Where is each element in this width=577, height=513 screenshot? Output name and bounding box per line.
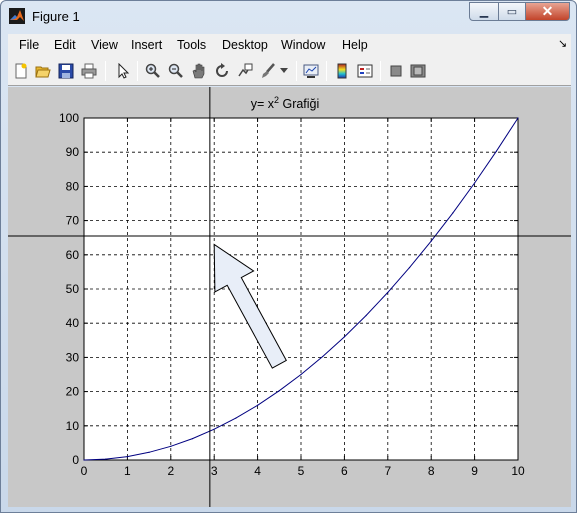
menu-tools[interactable]: Tools (177, 38, 206, 52)
hide-plot-tools-icon[interactable] (386, 61, 406, 81)
data-point (83, 459, 85, 461)
plot-svg: 0 1 2 3 4 5 6 7 8 9 100102030405060708090100 y= x2… (8, 87, 571, 507)
edit-plot-arrow-icon[interactable] (113, 61, 133, 81)
open-file-icon[interactable] (33, 61, 53, 81)
colorbar-icon[interactable] (332, 61, 352, 81)
toolbar-separator (380, 61, 381, 81)
figure-toolbar (8, 56, 571, 86)
maximize-icon: ▭ (506, 6, 518, 18)
x-tick-label: 4 (254, 464, 261, 478)
y-tick-label: 40 (66, 316, 80, 330)
data-point (322, 355, 324, 358)
data-point (343, 336, 345, 338)
data-point (235, 417, 237, 419)
y-tick-label: 60 (66, 248, 80, 262)
y-tick-label: 30 (66, 350, 80, 364)
menu-window[interactable]: Window (281, 38, 325, 52)
dock-arrow-icon[interactable]: ↘ (558, 37, 567, 50)
title-base: y= x (251, 97, 275, 111)
zoom-in-icon[interactable] (143, 61, 163, 81)
data-point (148, 451, 150, 453)
data-point (495, 150, 497, 152)
toolbar-separator (326, 61, 327, 81)
link-plot-icon[interactable] (301, 61, 321, 81)
title-suffix: Grafiği (279, 97, 319, 111)
legend-icon[interactable] (355, 61, 375, 81)
figure-canvas[interactable]: 0 1 2 3 4 5 6 7 8 9 10 0 10 20 30 40 50 60 70 80 90 100 y= x2… (8, 87, 571, 507)
menu-desktop[interactable]: Desktop (222, 38, 268, 52)
menu-edit[interactable]: Edit (54, 38, 76, 52)
menu-bar: File Edit View Insert Tools Desktop Wind… (8, 34, 571, 56)
y-tick-label: 100 (59, 111, 79, 125)
minimize-icon: ▁ (479, 6, 489, 18)
minimize-button[interactable]: ▁ (469, 2, 499, 21)
show-plot-tools-icon[interactable] (408, 61, 428, 81)
title-bar[interactable]: Figure 1 ▁ ▭ ✕ (1, 1, 576, 31)
data-point (517, 117, 519, 119)
data-cursor-icon[interactable] (235, 61, 255, 81)
save-icon[interactable] (56, 61, 76, 81)
data-point (452, 212, 454, 214)
data-point (257, 404, 259, 406)
rotate-3d-icon[interactable] (212, 61, 232, 81)
y-tick-label: 10 (66, 419, 80, 433)
data-point (300, 373, 302, 376)
menu-help[interactable]: Help (342, 38, 368, 52)
figure-window: Figure 1 ▁ ▭ ✕ File Edit View Insert Too… (0, 0, 577, 513)
close-button[interactable]: ✕ (525, 2, 570, 21)
data-point (105, 458, 107, 460)
x-tick-label: 1 (124, 464, 131, 478)
data-point (126, 455, 128, 458)
menu-insert[interactable]: Insert (131, 38, 162, 52)
zoom-out-icon[interactable] (166, 61, 186, 81)
toolbar-separator (137, 61, 138, 81)
menu-view[interactable]: View (91, 38, 118, 52)
toolbar-separator (296, 61, 297, 81)
x-tick-label: 10 (511, 464, 525, 478)
data-point (213, 428, 215, 430)
chevron-down-icon[interactable] (278, 61, 290, 81)
y-tick-label: 20 (66, 385, 80, 399)
x-tick-label: 7 (384, 464, 391, 478)
toolbar-separator (105, 61, 106, 81)
y-tick-label: 0 (72, 453, 79, 467)
menu-file[interactable]: File (19, 38, 39, 52)
x-tick-label: 2 (167, 464, 174, 478)
data-point (387, 291, 389, 294)
x-tick-label: 0 (81, 464, 88, 478)
data-point (191, 438, 194, 440)
new-figure-icon[interactable] (11, 61, 31, 81)
x-tick-label: 6 (341, 464, 348, 478)
print-icon[interactable] (79, 61, 99, 81)
data-point (170, 445, 172, 447)
x-tick-label: 8 (428, 464, 435, 478)
x-tick-label: 5 (298, 464, 305, 478)
maximize-button[interactable]: ▭ (498, 2, 526, 21)
y-tick-label: 80 (66, 179, 80, 193)
data-point (365, 314, 367, 317)
close-icon: ✕ (541, 3, 554, 19)
x-tick-label: 9 (471, 464, 478, 478)
data-point (278, 390, 280, 392)
brush-icon[interactable] (258, 61, 278, 81)
y-tick-label: 50 (66, 282, 80, 296)
y-tick-label: 70 (66, 214, 80, 228)
matlab-logo-icon (9, 8, 25, 24)
chart-title: y= x2 Grafiği (251, 95, 320, 111)
data-point (430, 240, 432, 242)
data-point (408, 267, 411, 269)
y-tick-label: 90 (66, 145, 80, 159)
data-point (474, 182, 476, 184)
pan-hand-icon[interactable] (189, 61, 209, 81)
window-title: Figure 1 (32, 9, 80, 24)
x-tick-label: 3 (211, 464, 218, 478)
